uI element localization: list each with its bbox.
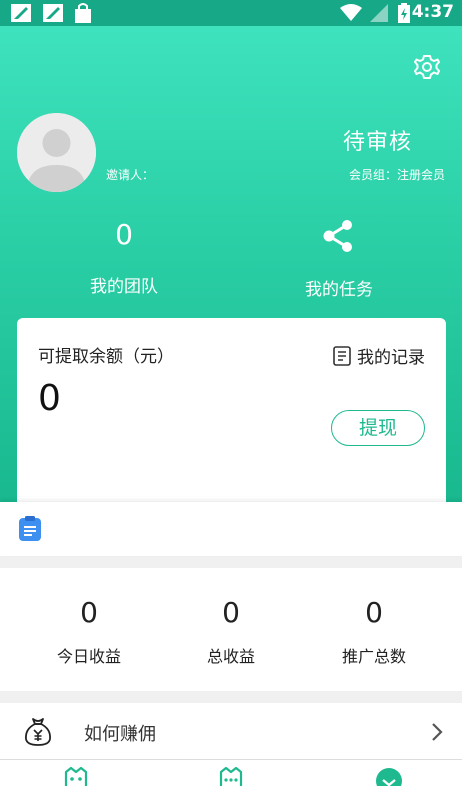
stat-value: 0: [222, 596, 240, 629]
stat-value: 0: [80, 596, 98, 629]
stat-label: 总收益: [206, 647, 255, 666]
signal-icon: [370, 4, 388, 22]
battery-icon: [398, 3, 410, 23]
stat-total-earnings[interactable]: 0 总收益: [154, 568, 308, 667]
member-group: 会员组：注册会员: [348, 168, 445, 182]
clipboard-icon: [19, 516, 41, 541]
inviter-label: 邀请人：: [106, 168, 155, 182]
chevron-right-icon: [432, 723, 443, 741]
share-icon[interactable]: [322, 219, 356, 253]
shopping-bag-icon: [75, 3, 91, 23]
notice-row[interactable]: [0, 502, 462, 556]
stat-today-earnings[interactable]: 0 今日收益: [12, 568, 166, 667]
stat-referral-count[interactable]: 0 推广总数: [297, 568, 451, 667]
earnings-stats: 0 今日收益 0 总收益 0 推广总数: [0, 568, 462, 691]
notification-icon: [43, 4, 63, 22]
review-status: 待审核: [342, 130, 412, 155]
money-bag-icon: [25, 718, 51, 746]
team-count: 0: [115, 218, 133, 251]
stat-value: 0: [365, 596, 383, 629]
tab-community-icon[interactable]: [216, 766, 246, 786]
user-placeholder-icon: [17, 113, 96, 192]
bottom-tab-bar: [0, 759, 462, 786]
avatar[interactable]: [17, 113, 96, 192]
notification-icon: [11, 4, 31, 22]
wifi-icon: [340, 4, 362, 21]
my-team-link[interactable]: 我的团队: [64, 272, 184, 297]
status-time: 4:37: [411, 2, 454, 22]
balance-card: 可提取余额（元） 我的记录 0 提现: [17, 318, 446, 508]
my-records-link[interactable]: 我的记录: [333, 343, 425, 368]
my-tasks-link[interactable]: 我的任务: [279, 275, 399, 300]
tab-home-icon[interactable]: [61, 766, 91, 786]
balance-label: 可提取余额（元）: [38, 347, 174, 367]
how-to-earn-row[interactable]: 如何赚佣: [0, 703, 462, 759]
stat-label: 推广总数: [341, 647, 406, 666]
stat-label: 今日收益: [56, 647, 121, 666]
status-bar: 4:37: [0, 0, 462, 26]
balance-value: 0: [38, 378, 61, 419]
my-records-label: 我的记录: [357, 348, 425, 368]
tab-profile-icon[interactable]: [374, 766, 404, 786]
document-icon: [333, 345, 351, 366]
gear-icon[interactable]: [412, 53, 442, 83]
how-to-earn-label: 如何赚佣: [84, 724, 156, 745]
withdraw-button[interactable]: 提现: [331, 410, 425, 446]
